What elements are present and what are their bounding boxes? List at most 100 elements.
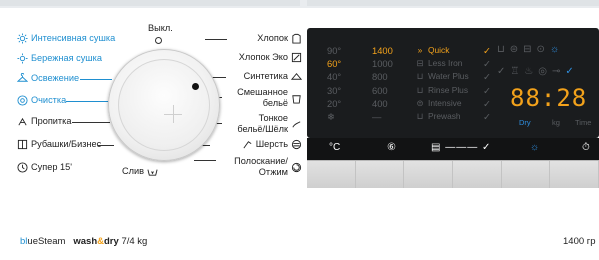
option-icon: ⊜ [416, 97, 424, 108]
option-icon: ⊟ [416, 58, 424, 69]
drying-mode-icons: ✓♖♨◎⊸✓ [497, 66, 579, 77]
timer-button-label[interactable]: ⏱ [582, 142, 590, 153]
spin-speed-value: — [372, 111, 382, 123]
leader-line [80, 79, 112, 80]
options-column: » Quick ⊟ Less Iron ⊔ Water Plus ⊔ Rinse Plus ⊜ I… [415, 44, 469, 123]
temperature-value: 20° [327, 97, 342, 109]
option-item: ⊟ Less Iron [415, 57, 469, 70]
program-selector-knob[interactable] [108, 49, 220, 161]
knob-marker [173, 105, 174, 123]
program-delicates[interactable]: Тонкое бельё/Шёлк [212, 113, 302, 135]
program-clean[interactable]: Очистка [17, 95, 66, 106]
program-shirts[interactable]: Рубашки/Бизнес [17, 139, 101, 150]
program-mixed[interactable]: Смешанное бельё [212, 87, 302, 109]
program-label: Супер 15' [31, 162, 72, 172]
option-checks: ✓ ✓ ✓ ✓ ✓ ✓ [483, 44, 491, 123]
option-label: Less Iron [428, 58, 463, 69]
check-icon: ✓ [483, 45, 491, 56]
touch-key-options-2[interactable] [453, 161, 502, 188]
check-icon: ✓ [483, 84, 491, 96]
off-indicator [155, 37, 162, 44]
brand-dry: dry [104, 236, 119, 247]
eco-icon [291, 52, 302, 63]
option-icon: ⊔ [416, 111, 424, 122]
spin-speed-column: 1400 1000 800 600 400 — [372, 44, 393, 123]
temperature-value: ❄ [327, 111, 335, 123]
touch-key-timer[interactable] [550, 161, 599, 188]
leader-line [66, 101, 110, 102]
spin-button-label[interactable]: ⑥ [387, 142, 396, 153]
function-button-strip: °C ⑥ ▤ ——— ✓ ☼ ⏱ [307, 138, 599, 160]
spin-icon [291, 162, 302, 173]
touch-key-temperature[interactable] [307, 161, 356, 188]
knob-indicator-dot [192, 83, 199, 90]
drain-label: Слив [122, 166, 145, 176]
program-drain[interactable]: Слив [122, 166, 158, 177]
options-button-label[interactable]: ▤ ——— ✓ [431, 142, 491, 153]
touch-key-drying[interactable] [501, 161, 551, 188]
temperature-value: 90° [327, 45, 342, 56]
temperature-column: 90° 60° 40° 30° 20° ❄ [327, 44, 341, 123]
program-super-15[interactable]: Супер 15' [17, 162, 72, 173]
drying-button-label[interactable]: ☼ [530, 142, 539, 153]
program-cotton[interactable]: Хлопок [222, 33, 302, 44]
program-label: Смешанное бельё [237, 87, 288, 108]
option-item: ⊔ Rinse Plus [415, 84, 469, 97]
program-label: Хлопок [257, 33, 288, 43]
display-digits: 88:28 [510, 84, 588, 112]
shirt-icon [291, 33, 302, 44]
program-cotton-eco[interactable]: Хлопок Эко [212, 52, 302, 63]
spin-speed-value: 400 [372, 97, 388, 109]
program-label: Хлопок Эко [238, 52, 288, 62]
touch-key-options[interactable] [404, 161, 454, 188]
program-label: Тонкое бельё/Шёлк [237, 113, 288, 134]
spin-speed-value: 1000 [372, 58, 393, 70]
program-label: Шерсть [255, 139, 288, 149]
option-item: » Quick [415, 44, 469, 57]
leader-line [72, 122, 110, 123]
program-intensive-dry[interactable]: Интенсивная сушка [17, 33, 115, 44]
program-gentle-dry[interactable]: Бережная сушка [17, 53, 102, 64]
unit-time: Time [575, 118, 592, 127]
hanger-steam-icon [17, 73, 28, 84]
option-item: ⊔ Prewash [415, 110, 469, 123]
option-item: ⊔ Water Plus [415, 70, 469, 83]
shirt-icon [17, 139, 28, 150]
program-label: Очистка [31, 95, 67, 105]
touch-keys [307, 160, 599, 188]
spin-speed-value: 800 [372, 71, 388, 83]
wool-ball-icon [291, 139, 302, 150]
program-rinse-spin[interactable]: Полоскание/ Отжим [212, 156, 302, 178]
top-bar-left [0, 0, 300, 6]
max-spin-label: 1400 гр [563, 236, 596, 247]
brand-label: blueSteam wash&dry 7/4 kg [20, 236, 147, 247]
temperature-value: 40° [327, 71, 342, 83]
drying-level-icons: ⊔⊜⊟⊙☼ [497, 44, 565, 55]
option-icon: ⊔ [416, 71, 424, 82]
temperature-button-label[interactable]: °C [329, 142, 340, 153]
unit-dry: Dry [519, 118, 531, 127]
check-icon: ✓ [483, 111, 491, 123]
program-wool[interactable]: Шерсть [222, 139, 302, 150]
brand-rest: ueSteam [27, 236, 66, 247]
seven-segment-display: 88:28 [510, 84, 587, 112]
program-label: Интенсивная сушка [31, 33, 116, 43]
temperature-value: 30° [327, 84, 342, 96]
clock-icon [17, 162, 28, 173]
option-label: Rinse Plus [428, 84, 469, 95]
unit-kg: kg [552, 118, 560, 127]
temperature-value: 60° [327, 58, 342, 70]
program-refresh[interactable]: Освежение [17, 73, 79, 84]
program-off[interactable]: Выкл. [148, 23, 173, 34]
spin-speed-value: 1400 [372, 45, 393, 56]
program-impregnation[interactable]: Пропитка [17, 116, 71, 127]
top-bar-right [307, 0, 599, 6]
leader-line [205, 39, 227, 40]
check-icon: ✓ [483, 58, 491, 70]
mixed-icon [291, 93, 302, 104]
option-label: Quick [428, 45, 450, 55]
option-label: Water Plus [428, 71, 469, 82]
touch-key-spin[interactable] [355, 161, 405, 188]
sun-steam-icon [17, 53, 28, 64]
program-label: Полоскание/ Отжим [234, 156, 288, 177]
